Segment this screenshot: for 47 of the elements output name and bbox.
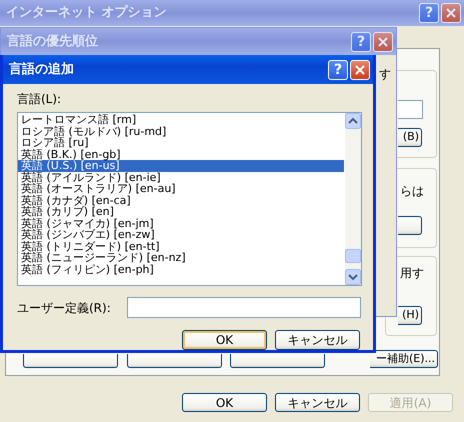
close-icon <box>446 8 456 18</box>
list-item[interactable]: 英語 (B.K.) [en-gb] <box>18 148 344 160</box>
button[interactable] <box>127 354 222 368</box>
scroll-thumb[interactable] <box>345 249 361 263</box>
button[interactable] <box>23 354 118 368</box>
language-list[interactable] <box>17 112 362 286</box>
list-item[interactable]: 英語 (U.S.) [en-us] <box>18 160 344 172</box>
list-item[interactable]: 英語 (ニュージーランド) [en-nz] <box>18 252 344 264</box>
list-item[interactable]: 英語 (トリニダード) [en-tt] <box>18 240 344 252</box>
close-icon <box>378 36 388 46</box>
input-field[interactable] <box>398 100 423 119</box>
window-title: 言語の優先順位 <box>7 32 99 51</box>
scrollbar[interactable] <box>345 113 361 285</box>
button[interactable]: OK <box>182 330 267 350</box>
label-text: す <box>379 66 391 83</box>
window-title: 言語の追加 <box>9 60 75 79</box>
close-button[interactable] <box>373 32 393 52</box>
list-item[interactable]: 英語 (アイルランド) [en-ie] <box>18 172 344 183</box>
label-text: 用す <box>400 265 424 282</box>
button[interactable]: ー補助(E)... <box>370 350 438 368</box>
list-label: 言語(L): <box>17 91 62 108</box>
button[interactable]: キャンセル <box>275 393 360 412</box>
list-item[interactable]: 英語 (カリブ) [en] <box>18 206 344 218</box>
close-icon <box>355 64 365 74</box>
button[interactable] <box>230 354 325 368</box>
list-item[interactable]: 英語 (ジャマイカ) [en-jm] <box>18 218 344 229</box>
list-item[interactable]: ロシア語 [ru] <box>18 137 344 148</box>
button[interactable]: (B) <box>398 128 422 147</box>
button[interactable]: キャンセル <box>275 330 360 350</box>
button[interactable]: (H) <box>398 306 422 325</box>
close-button[interactable] <box>441 3 461 23</box>
label-text: らは <box>400 183 424 200</box>
button[interactable]: OK <box>182 393 267 412</box>
scroll-up-icon[interactable] <box>345 113 361 129</box>
list-item[interactable]: レートロマンス語 [rm] <box>18 114 344 126</box>
window-title: インターネット オプション <box>6 4 168 22</box>
scroll-down-icon[interactable] <box>345 269 361 285</box>
input-field[interactable] <box>127 297 361 318</box>
list-item[interactable]: 英語 (フィリピン) [en-ph] <box>18 264 344 275</box>
help-button[interactable]: ? <box>328 60 348 80</box>
list-item[interactable]: 英語 (オーストラリア) [en-au] <box>18 183 344 194</box>
button[interactable] <box>398 216 422 235</box>
close-button[interactable] <box>350 60 370 80</box>
list-item[interactable]: ロシア語 (モルドバ) [ru-md] <box>18 126 344 137</box>
list-item[interactable]: 英語 (ジンバブエ) [en-zw] <box>18 229 344 240</box>
custom-label: ユーザー定義(R): <box>17 300 112 316</box>
list-item[interactable]: 英語 (カナダ) [en-ca] <box>18 194 344 206</box>
